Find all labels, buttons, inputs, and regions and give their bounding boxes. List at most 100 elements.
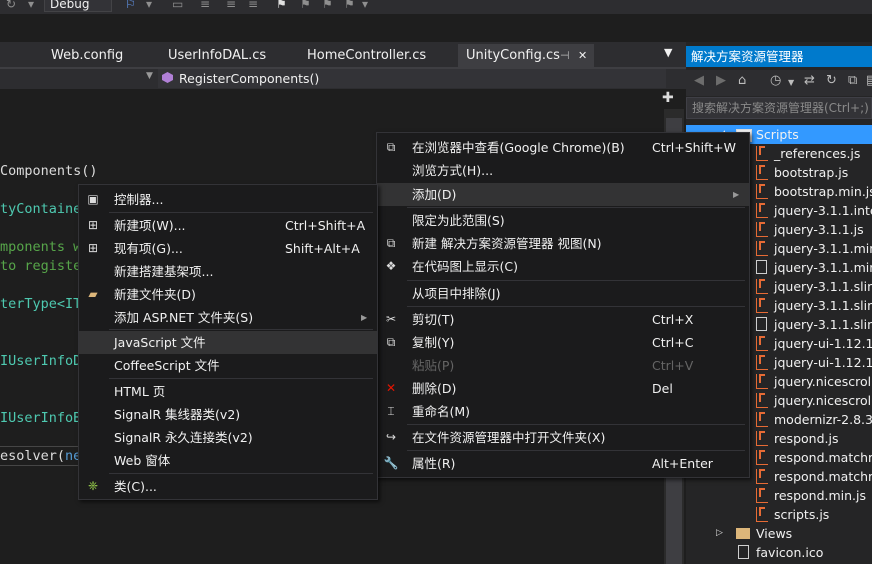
add-menu-item[interactable]: ⊞ 现有项(G)... Shift+Alt+A (79, 237, 377, 260)
context-menu-item-shortcut: Del (652, 381, 673, 396)
context-menu-item[interactable]: 限定为此范围(S) (377, 209, 749, 232)
add-menu-item[interactable]: SignalR 永久连接类(v2) (79, 426, 377, 449)
solution-configuration-select[interactable]: Debug (44, 0, 112, 12)
prev-bookmark-icon[interactable]: ⚑ (300, 0, 311, 11)
sync-icon[interactable]: ⇄ (804, 73, 815, 88)
context-menu-item[interactable]: 从项目中排除(J) (377, 282, 749, 305)
add-menu-item[interactable]: 新建搭建基架项... (79, 260, 377, 283)
add-menu-item-label: 控制器... (114, 192, 164, 207)
solution-explorer-search-input[interactable]: 搜索解决方案资源管理器(Ctrl+;) (686, 97, 872, 119)
tree-item-label: jquery-3.1.1.min.js (774, 241, 872, 256)
tab-homecontroller[interactable]: HomeController.cs (307, 44, 426, 68)
next-bookmark-icon[interactable]: ⚑ (322, 0, 333, 11)
context-menu-item-label: 新建 解决方案资源管理器 视图(N) (412, 236, 602, 251)
add-menu-item[interactable]: HTML 页 (79, 380, 377, 403)
tab-unityconfig[interactable]: UnityConfig.cs (466, 44, 560, 68)
context-menu-item[interactable]: 添加(D) ▶ (377, 183, 749, 206)
context-menu-item[interactable]: ⧉ 在浏览器中查看(Google Chrome)(B) Ctrl+Shift+W (377, 136, 749, 159)
collapse-all-icon[interactable]: ⧉ (848, 73, 857, 88)
chevron-down-icon-se[interactable]: ▼ (788, 78, 794, 87)
expand-arrow-icon[interactable]: ▷ (716, 524, 723, 543)
tree-item-label: jquery-3.1.1.slim. (774, 298, 872, 313)
add-menu-item[interactable]: Web 窗体 (79, 449, 377, 472)
pending-changes-icon[interactable]: ◷ (770, 73, 781, 88)
tree-item-favicon[interactable]: favicon.ico (686, 543, 872, 562)
tree-item-label: jquery-ui-1.12.1.m (774, 355, 872, 370)
add-menu-item[interactable]: JavaScript 文件 (79, 331, 377, 354)
solution-configuration-value: Debug (50, 0, 90, 11)
add-menu-item-label: 类(C)... (114, 479, 157, 494)
bookmark-icon[interactable]: ⚑ (276, 0, 287, 11)
show-all-files-icon[interactable]: ▤ (866, 73, 872, 88)
outdent-icon[interactable]: ≡ (248, 0, 258, 11)
add-menu-item[interactable]: SignalR 集线器类(v2) (79, 403, 377, 426)
add-menu-item[interactable]: ⊞ 新建项(W)... Ctrl+Shift+A (79, 214, 377, 237)
toolbar-dropdown-icon-2[interactable]: ▾ (146, 0, 152, 11)
add-menu-item-label: HTML 页 (114, 384, 166, 399)
tree-item-file[interactable]: scripts.js (686, 505, 872, 524)
context-menu-item[interactable]: ❖ 在代码图上显示(C) (377, 255, 749, 278)
add-menu-item[interactable]: ▰ 新建文件夹(D) (79, 283, 377, 306)
add-menu-item[interactable]: ▣ 控制器... (79, 188, 377, 211)
close-tab-icon[interactable]: ✕ (578, 44, 587, 68)
toolbar-dropdown-icon[interactable]: ▾ (28, 0, 34, 11)
chevron-down-icon[interactable]: ▼ (146, 71, 153, 81)
toolbar-overflow-icon[interactable]: ▾ (362, 0, 368, 11)
tab-overflow-icon[interactable]: ▼ (664, 46, 672, 59)
format-icon[interactable]: ≡ (200, 0, 210, 11)
context-menu-item[interactable]: ⧉ 新建 解决方案资源管理器 视图(N) (377, 232, 749, 255)
tree-item-file[interactable]: respond.min.js (686, 486, 872, 505)
javascript-file-icon (756, 507, 768, 522)
context-menu-item-label: 在浏览器中查看(Google Chrome)(B) (412, 140, 625, 155)
wrench-icon: 🔧 (383, 456, 399, 470)
new-folder-icon: ▰ (88, 287, 98, 301)
code-line-7: IUserInfoB (0, 410, 82, 426)
image-file-icon (738, 545, 749, 559)
nav-method-name: RegisterComponents() (179, 71, 320, 86)
context-menu-item[interactable]: 浏览方式(H)... (377, 159, 749, 182)
tree-item-label: modernizr-2.8.3.j (774, 412, 872, 427)
forward-icon[interactable]: ▶ (716, 73, 726, 88)
minified-file-icon (756, 260, 767, 274)
indent-icon[interactable]: ≡ (226, 0, 236, 11)
tree-item-label: jquery-ui-1.12.1.js (774, 336, 872, 351)
back-icon[interactable]: ◀ (694, 73, 704, 88)
context-menu-item-label: 删除(D) (412, 381, 457, 396)
code-line-4: to register (0, 258, 90, 274)
pin-tab-icon[interactable]: ⊣ (560, 44, 570, 68)
redo-icon[interactable]: ↻ (6, 0, 16, 11)
tree-item-label: respond.matchm (774, 469, 872, 484)
tree-item-label: respond.matchm (774, 450, 872, 465)
add-submenu: ▣ 控制器... ⊞ 新建项(W)... Ctrl+Shift+A ⊞ 现有项(G)... S… (78, 184, 378, 500)
context-menu-item-label: 粘贴(P) (412, 358, 455, 373)
context-menu-item[interactable]: 粘贴(P) Ctrl+V (377, 354, 749, 377)
context-menu-item[interactable]: ↪ 在文件资源管理器中打开文件夹(X) (377, 426, 749, 449)
browser-icon: ⧉ (386, 140, 396, 154)
javascript-file-icon (756, 222, 768, 237)
submenu-arrow-icon: ▶ (361, 313, 368, 322)
context-menu-item[interactable]: ✂ 剪切(T) Ctrl+X (377, 308, 749, 331)
tab-web-config[interactable]: Web.config (51, 44, 123, 68)
home-icon[interactable]: ⌂ (738, 73, 746, 88)
context-menu: ⧉ 在浏览器中查看(Google Chrome)(B) Ctrl+Shift+W 浏览… (376, 132, 750, 478)
tree-item-label: respond.min.js (774, 488, 867, 503)
context-menu-item[interactable]: ⌶ 重命名(M) (377, 400, 749, 423)
tree-item-views-folder[interactable]: ▷ Views (686, 524, 872, 543)
refresh-icon[interactable]: ↻ (826, 73, 837, 88)
attach-icon[interactable]: ⚐ (125, 0, 136, 11)
add-menu-item[interactable]: 添加 ASP.NET 文件夹(S) ▶ (79, 306, 377, 329)
split-window-icon[interactable]: ✚ (662, 90, 674, 106)
context-menu-item[interactable]: ✕ 删除(D) Del (377, 377, 749, 400)
save-all-icon[interactable]: ▭ (172, 0, 183, 11)
javascript-file-icon (756, 279, 768, 294)
tree-item-label: jquery-3.1.1.js (774, 222, 864, 237)
menu-separator (407, 207, 745, 208)
context-menu-item[interactable]: ⧉ 复制(Y) Ctrl+C (377, 331, 749, 354)
context-menu-item[interactable]: 🔧 属性(R) Alt+Enter (377, 452, 749, 475)
tree-item-label: jquery.nicescroll.j (774, 374, 872, 389)
tab-userinfodal[interactable]: UserInfoDAL.cs (168, 44, 266, 68)
clear-bookmark-icon[interactable]: ⚑ (344, 0, 355, 11)
add-menu-item[interactable]: ❈ 类(C)... (79, 475, 377, 498)
add-menu-item[interactable]: CoffeeScript 文件 (79, 354, 377, 377)
add-menu-item-label: SignalR 永久连接类(v2) (114, 430, 253, 445)
